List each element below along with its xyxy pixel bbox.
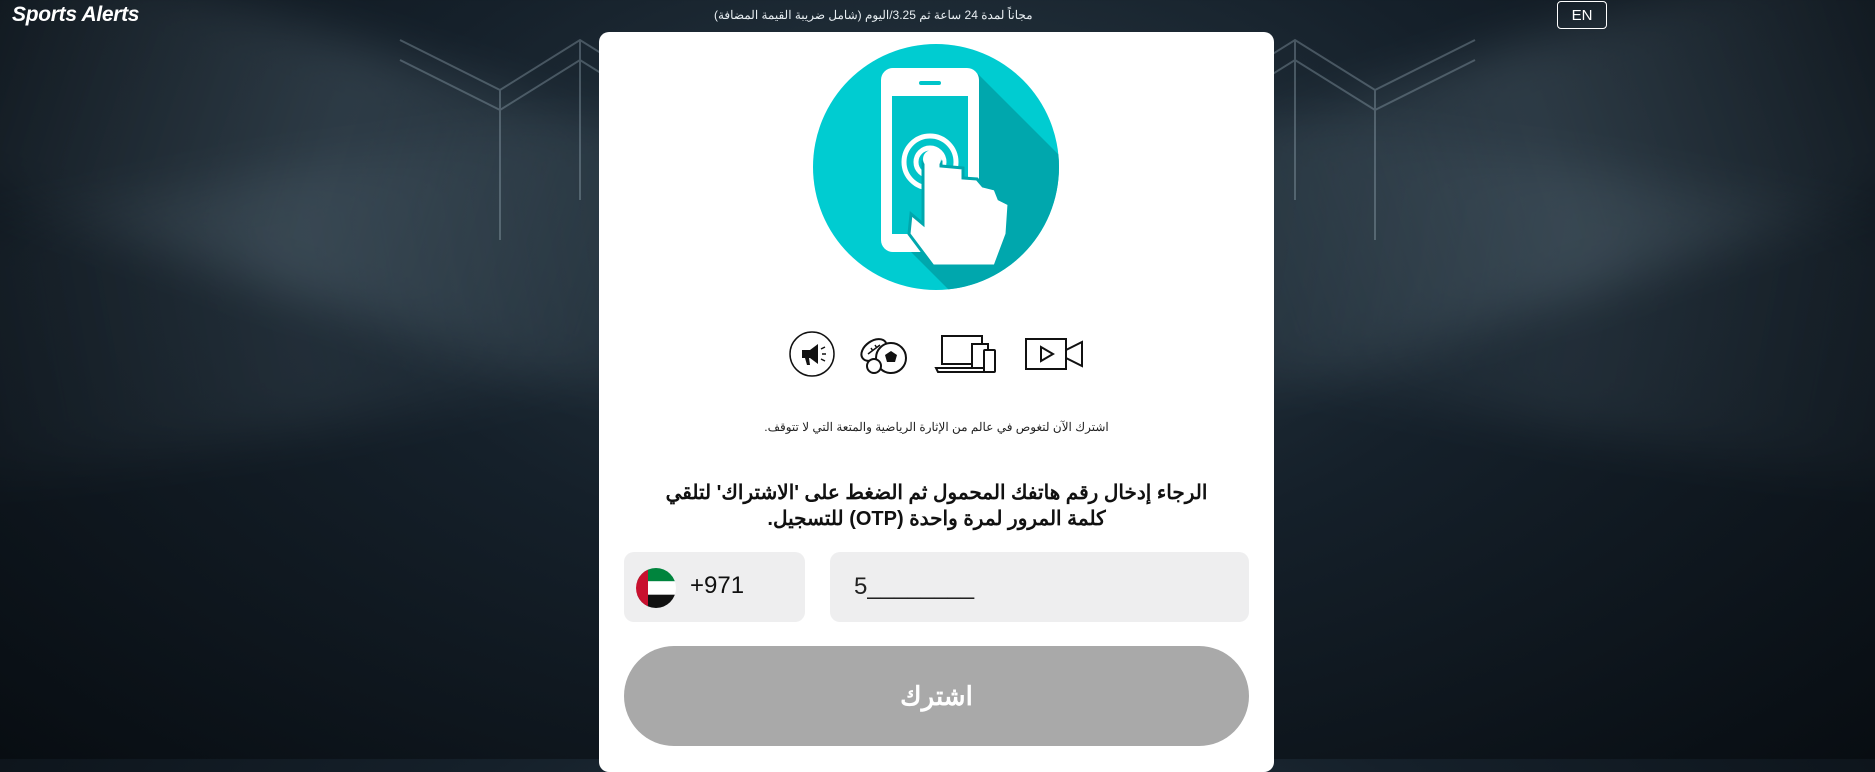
tagline: اشترك الآن لتغوص في عالم من الإثارة الري…	[764, 420, 1109, 434]
country-code-selector[interactable]: +971	[624, 552, 805, 622]
subscription-card: اشترك الآن لتغوص في عالم من الإثارة الري…	[599, 32, 1274, 772]
video-icon	[1025, 338, 1083, 370]
instruction-text: الرجاء إدخال رقم هاتفك المحمول ثم الضغط …	[665, 482, 1208, 530]
top-bar: Sports Alerts مجاناً لمدة 24 ساعة ثم 3.2…	[0, 0, 1875, 32]
feature-icons	[599, 330, 1274, 380]
language-toggle-button[interactable]: EN	[1557, 1, 1607, 29]
sports-balls-icon	[860, 338, 907, 374]
devices-icon	[934, 335, 996, 373]
country-code: +971	[690, 572, 745, 599]
phone-number-input[interactable]	[830, 552, 1249, 622]
megaphone-icon	[789, 331, 835, 377]
subscribe-button[interactable]: اشترك	[624, 646, 1249, 746]
price-notice: مجاناً لمدة 24 ساعة ثم 3.25/اليوم (شامل …	[714, 8, 1033, 22]
app-logo: Sports Alerts	[12, 3, 140, 26]
uae-flag-icon	[636, 568, 676, 608]
phone-tap-icon	[813, 44, 1059, 290]
